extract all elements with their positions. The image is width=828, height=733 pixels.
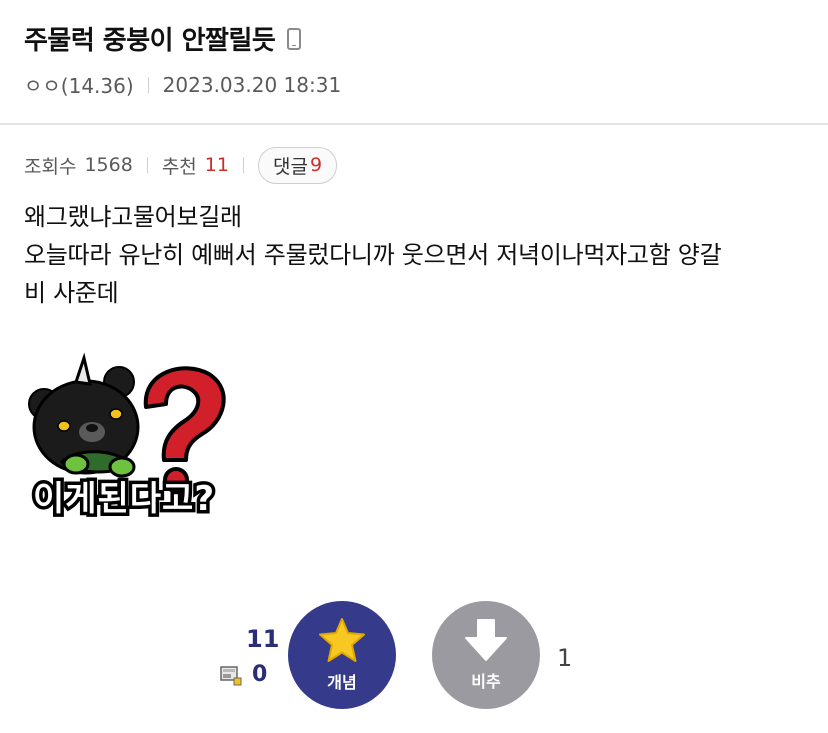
views-label: 조회수 — [24, 155, 77, 178]
star-icon — [319, 618, 365, 662]
down-arrow-icon — [465, 619, 507, 661]
comment-count: 9 — [309, 154, 323, 176]
body-line: 오늘따라 유난히 예뻐서 주물렀다니까 웃으면서 저녁이나먹자고함 양갈 — [24, 241, 722, 269]
down-vote-count: 1 — [557, 644, 573, 672]
recommend-count: 11 — [204, 154, 229, 176]
bear-sticker-image: 이게된다고? — [24, 352, 229, 527]
post-meta: ㅇㅇ(14.36) 2023.03.20 18:31 — [24, 70, 341, 99]
vote-area — [0, 600, 828, 710]
body-line: 비 사준데 — [24, 279, 119, 307]
up-vote-count: 11 — [246, 625, 280, 653]
comment-button[interactable]: 댓글 9 — [257, 146, 338, 184]
fixed-user-count: 0 — [252, 662, 268, 687]
mobile-phone-icon — [287, 27, 302, 50]
sticker-caption: 이게된다고? — [33, 479, 215, 519]
recommend-label: 추천 — [161, 155, 197, 178]
post-body: 왜그랬냐고물어보길래 오늘따라 유난히 예뻐서 주물렀다니까 웃으면서 저녁이나… — [24, 198, 814, 312]
post-stats: 조회수 1568 추천 11 댓글 9 — [24, 146, 338, 184]
views-count: 1568 — [84, 154, 133, 176]
body-line: 왜그랬냐고물어보길래 — [24, 203, 242, 231]
meta-divider — [147, 76, 149, 93]
bear-sticker-illustration: 이게된다고? — [28, 352, 226, 523]
upvote-button[interactable]: 개념 — [288, 601, 396, 709]
comment-label: 댓글 — [272, 155, 308, 178]
stats-divider — [242, 157, 244, 173]
upvote-label: 개념 — [327, 673, 357, 692]
post-title: 주물럭 중붕이 안짤릴듯 — [24, 26, 276, 56]
downvote-label: 비추 — [471, 672, 501, 691]
fixed-user-count-row: 0 — [220, 662, 267, 687]
stats-divider — [146, 157, 148, 173]
downvote-button[interactable]: 비추 — [432, 601, 540, 709]
author-name[interactable]: ㅇㅇ(14.36) — [24, 70, 134, 99]
fixed-user-icon — [220, 665, 242, 685]
title-row: 주물럭 중붕이 안짤릴듯 — [24, 20, 302, 57]
post-date: 2023.03.20 18:31 — [162, 72, 342, 97]
header-divider — [0, 123, 828, 125]
post-header: 주물럭 중붕이 안짤릴듯 ㅇㅇ(14.36) 2023.03.20 18:31 — [0, 0, 828, 124]
